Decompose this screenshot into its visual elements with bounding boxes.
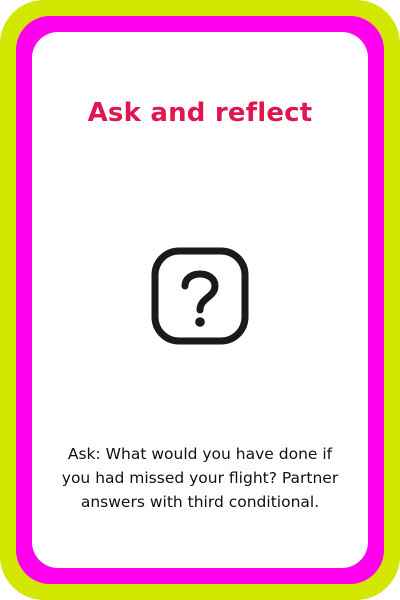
card-title: Ask and reflect bbox=[87, 98, 313, 128]
inner-card-border: Ask and reflect Ask: What would you have… bbox=[16, 16, 384, 584]
card-instructions: Ask: What would you have done if you had… bbox=[61, 445, 339, 511]
outer-card-border: Ask and reflect Ask: What would you have… bbox=[0, 0, 400, 600]
prompt-card: Ask and reflect Ask: What would you have… bbox=[32, 32, 368, 568]
question-mark-icon bbox=[150, 246, 250, 346]
